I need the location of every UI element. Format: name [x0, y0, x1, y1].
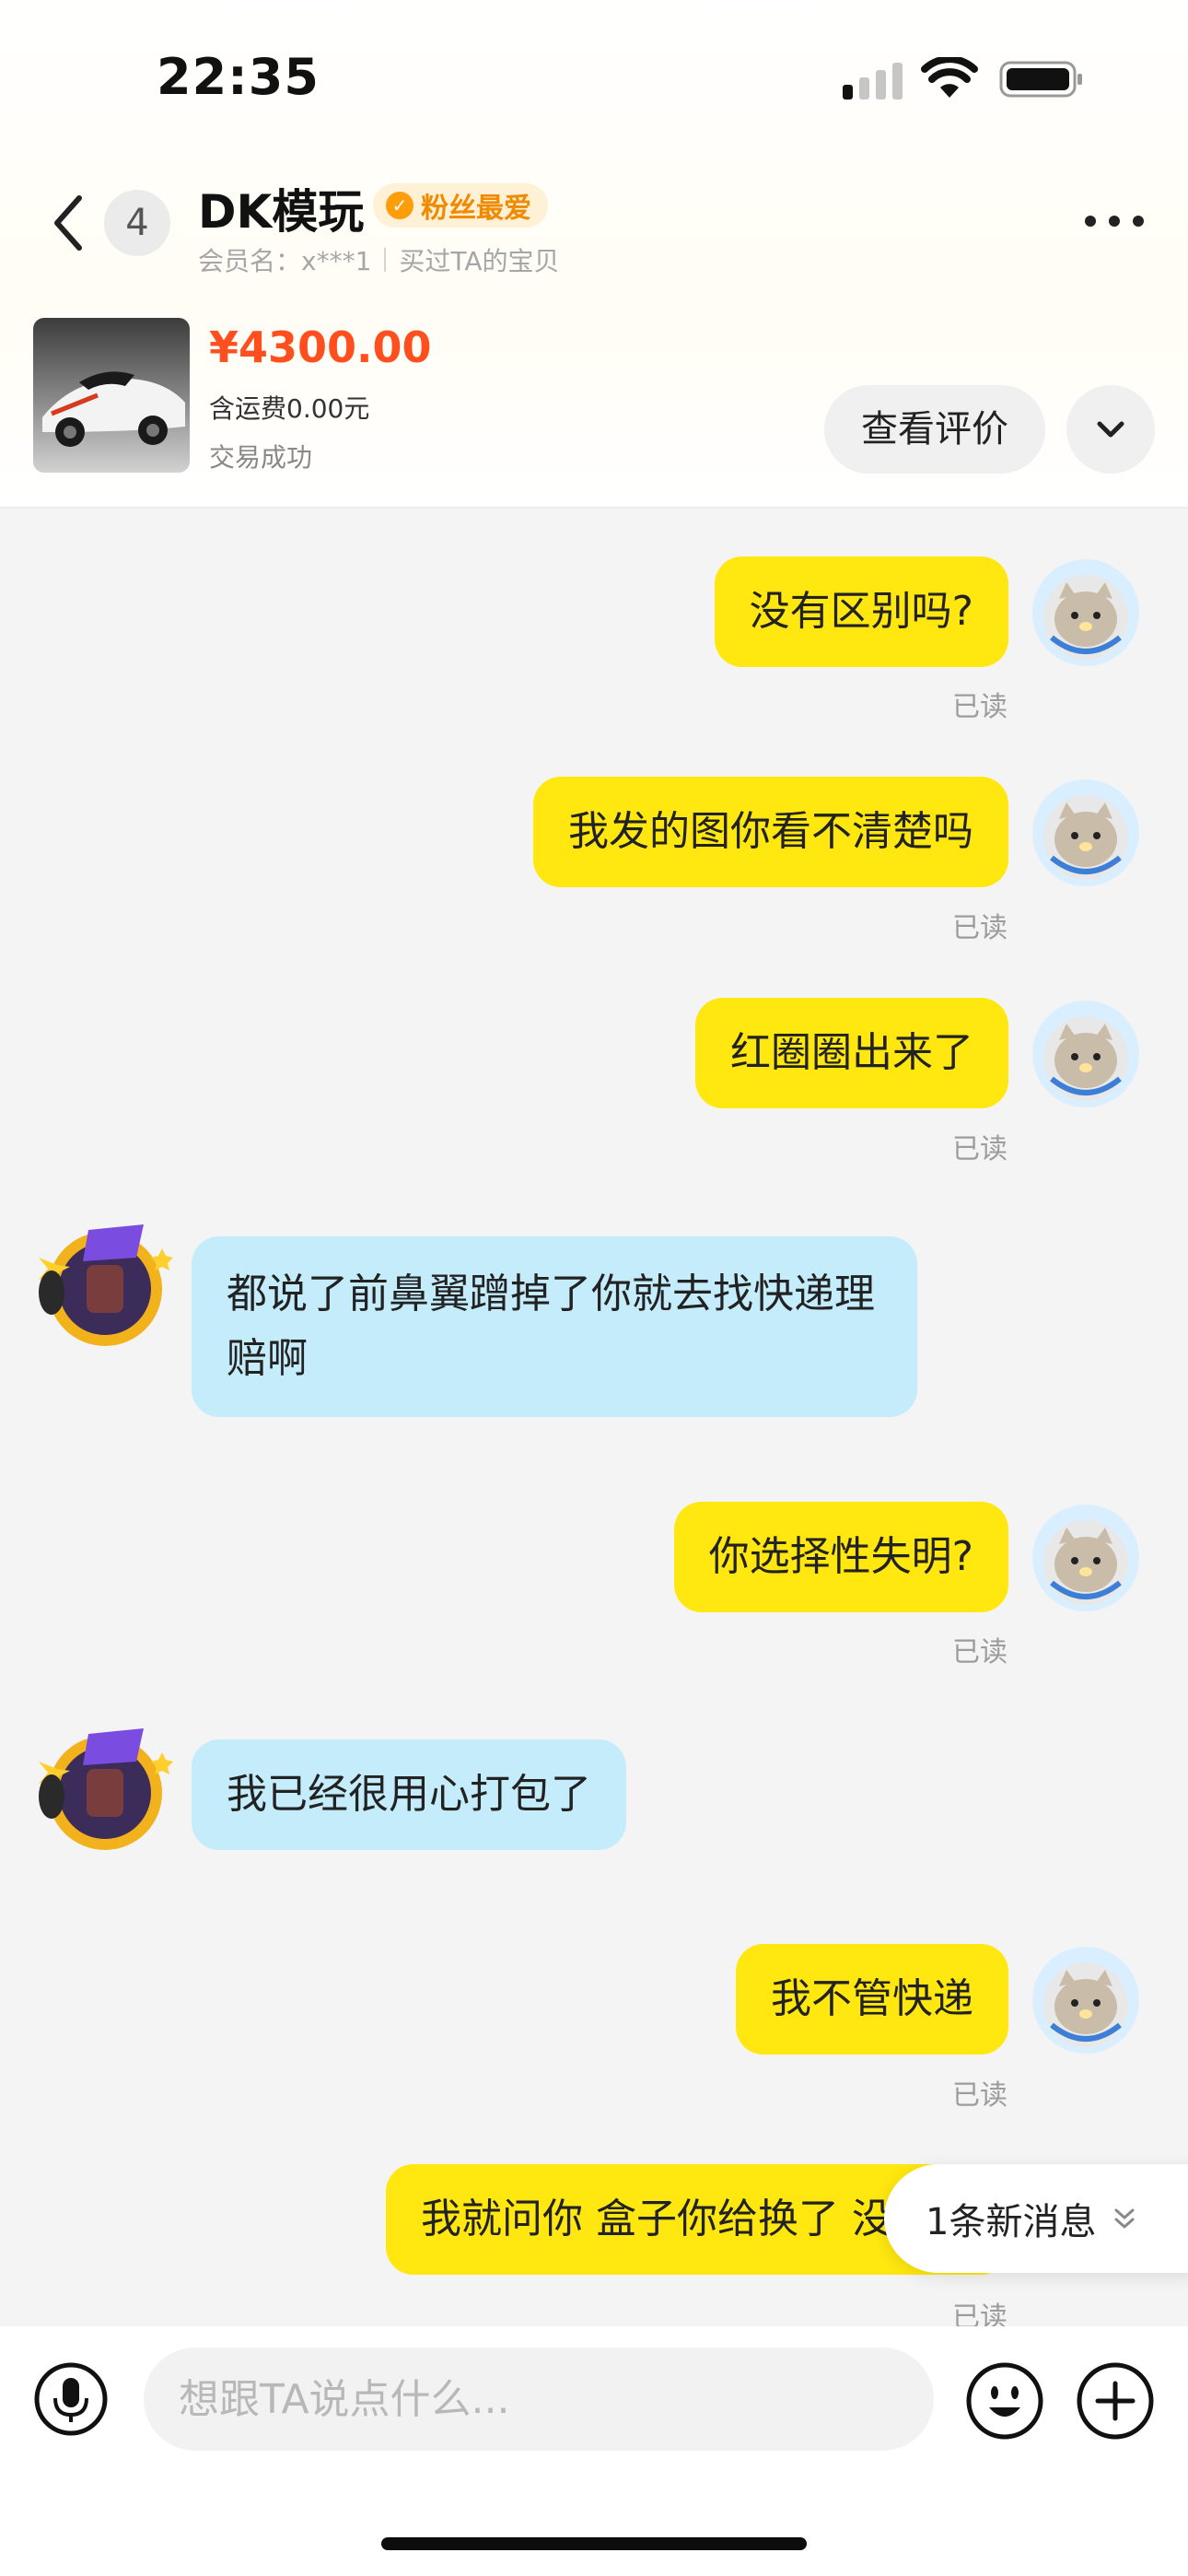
chevron-down-icon[interactable] — [1066, 385, 1155, 474]
my-avatar[interactable] — [1031, 1504, 1140, 1612]
order-price: ¥4300.00 — [209, 322, 432, 372]
check-shield-icon: ✓ — [386, 192, 413, 219]
chat-bubble-outgoing[interactable]: 没有区别吗? — [714, 556, 1008, 667]
fan-favorite-badge: ✓ 粉丝最爱 — [373, 183, 548, 228]
read-receipt: 已读 — [952, 2079, 1007, 2112]
status-time: 22:35 — [157, 48, 320, 106]
wifi-icon — [921, 57, 978, 98]
unread-count-badge[interactable]: 4 — [104, 190, 170, 256]
back-arrow-icon[interactable] — [46, 189, 92, 257]
read-receipt: 已读 — [952, 912, 1007, 944]
home-indicator[interactable] — [381, 2537, 807, 2550]
my-avatar[interactable] — [1031, 779, 1140, 887]
message-line: 赔啊 — [227, 1335, 308, 1382]
read-receipt: 已读 — [952, 1133, 1007, 1165]
my-avatar[interactable] — [1031, 1946, 1140, 2055]
message-input[interactable] — [144, 2348, 934, 2451]
new-message-pill[interactable]: 1条新消息 — [884, 2164, 1188, 2273]
plus-icon[interactable] — [1076, 2361, 1155, 2441]
new-message-label: 1条新消息 — [926, 2201, 1097, 2243]
double-chevron-down-icon — [1114, 2208, 1135, 2229]
chat-bubble-outgoing[interactable]: 我不管快递 — [736, 1944, 1008, 2055]
message-line: 都说了前鼻翼蹭掉了你就去找快递理 — [227, 1270, 875, 1317]
read-receipt: 已读 — [952, 1636, 1007, 1669]
chat-bubble-outgoing[interactable]: 你选择性失明? — [673, 1502, 1008, 1612]
fan-badge-label: 粉丝最爱 — [421, 193, 531, 225]
chat-bubble-incoming[interactable]: 我已经很用心打包了 — [192, 1739, 626, 1850]
my-avatar[interactable] — [1031, 1000, 1140, 1108]
seller-avatar[interactable] — [33, 1221, 173, 1350]
my-avatar[interactable] — [1031, 558, 1140, 667]
shipping-fee: 含运费0.00元 — [209, 393, 370, 424]
chat-bubble-incoming[interactable]: 都说了前鼻翼蹭掉了你就去找快递理 赔啊 — [192, 1236, 917, 1417]
more-icon[interactable] — [1082, 208, 1147, 234]
member-info: 会员名：x***1 买过TA的宝贝 — [198, 241, 559, 278]
purchase-note: 买过TA的宝贝 — [399, 246, 560, 276]
read-receipt: 已读 — [952, 691, 1007, 723]
shop-name[interactable]: DK模玩 — [198, 175, 364, 241]
chat-bubble-outgoing[interactable]: 我发的图你看不清楚吗 — [533, 777, 1008, 887]
battery-icon — [999, 61, 1082, 98]
chat-bubble-outgoing[interactable]: 红圈圈出来了 — [695, 998, 1008, 1108]
divider — [384, 248, 387, 272]
product-image[interactable] — [33, 318, 190, 473]
message-line: 我已经很用心打包了 — [227, 1771, 591, 1818]
microphone-icon[interactable] — [33, 2361, 109, 2437]
emoji-icon[interactable] — [965, 2361, 1044, 2441]
trade-status: 交易成功 — [209, 442, 313, 473]
seller-avatar[interactable] — [33, 1725, 173, 1854]
member-name: 会员名：x***1 — [198, 246, 372, 276]
signal-icon — [843, 63, 903, 100]
view-review-button[interactable]: 查看评价 — [824, 385, 1045, 474]
